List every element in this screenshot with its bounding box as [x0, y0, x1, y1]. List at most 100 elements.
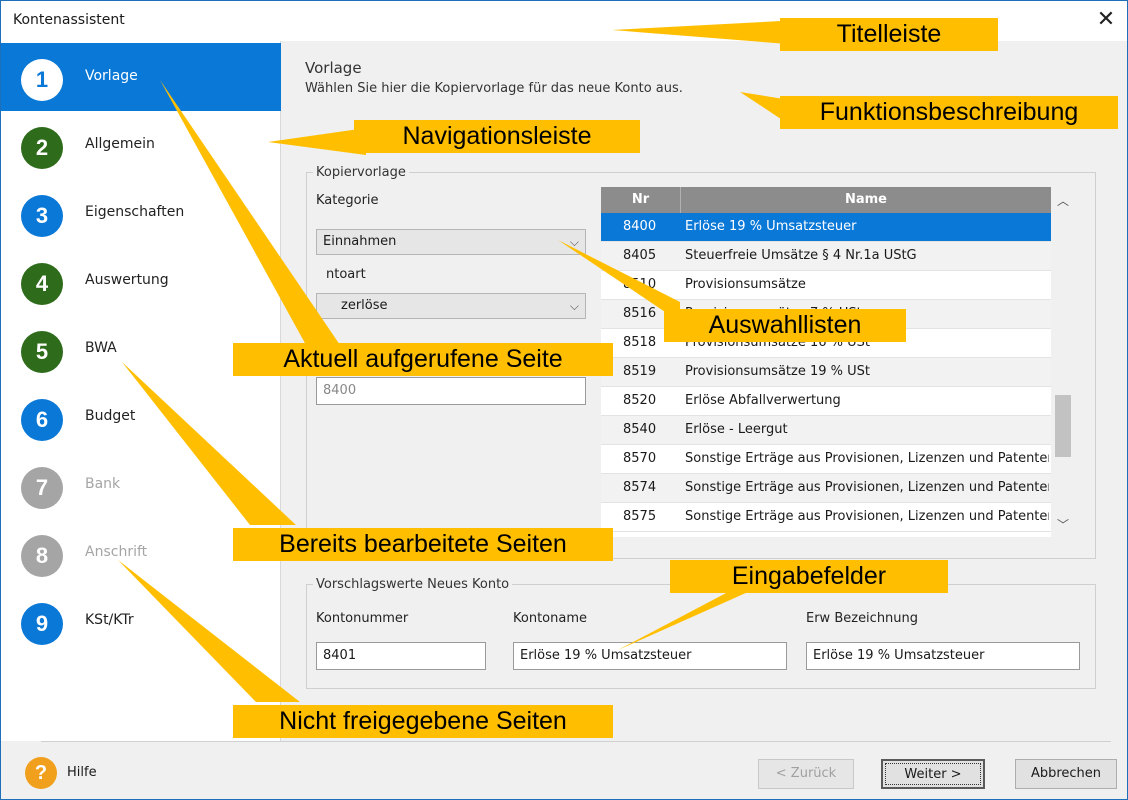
kategorie-select[interactable]: Einnahmen ⌵ — [316, 229, 586, 255]
annotation-navigationsleiste: Navigationsleiste — [354, 120, 640, 153]
column-header-name[interactable]: Name — [681, 187, 1051, 213]
step-number-icon: 3 — [21, 195, 63, 237]
sidebar-item-label: Vorlage — [85, 68, 138, 84]
page-title: Vorlage — [305, 59, 362, 77]
step-number-icon: 7 — [21, 467, 63, 509]
scroll-thumb[interactable] — [1055, 395, 1071, 457]
table-row[interactable]: 8519 Provisionsumsätze 19 % USt — [601, 358, 1051, 387]
cell-name: Sonstige Erträge aus Provisionen, Lizenz… — [685, 509, 1049, 524]
erw-bezeichnung-label: Erw Bezeichnung — [806, 611, 919, 626]
kontonummer-value: 8401 — [323, 648, 357, 663]
help-label[interactable]: Hilfe — [67, 765, 97, 780]
footer-divider — [41, 741, 1111, 742]
step-number-icon: 6 — [21, 399, 63, 441]
cell-nr: 8570 — [623, 451, 657, 466]
cell-nr: 8510 — [623, 277, 657, 292]
cell-nr: 8574 — [623, 480, 657, 495]
scroll-down-icon[interactable]: ﹀ — [1051, 515, 1075, 535]
vorschlag-group: Vorschlagswerte Neues Konto — [306, 577, 1096, 689]
cell-nr: 8575 — [623, 509, 657, 524]
table-row[interactable]: 8574 Sonstige Erträge aus Provisionen, Li… — [601, 474, 1051, 503]
kontoart-select[interactable]: zerlöse ⌵ — [316, 293, 586, 319]
kategorie-value: Einnahmen — [323, 234, 397, 249]
cell-nr: 8540 — [623, 422, 657, 437]
sidebar-item-vorlage[interactable]: 1 Vorlage — [1, 43, 281, 111]
sidebar-item-label: Allgemein — [85, 136, 155, 152]
page-header: Vorlage Wählen Sie hier die Kopiervorlag… — [305, 59, 683, 96]
table-row[interactable]: 8575 Sonstige Erträge aus Provisionen, Li… — [601, 503, 1051, 532]
table-row[interactable]: 8400 Erlöse 19 % Umsatzsteuer — [601, 213, 1051, 242]
sidebar-item-label: Eigenschaften — [85, 204, 185, 220]
sidebar-item-kst-ktr[interactable]: 9 KSt/KTr — [1, 587, 281, 655]
sidebar-item-label: Budget — [85, 408, 136, 424]
chevron-down-icon: ⌵ — [569, 235, 579, 249]
sidebar-item-label: KSt/KTr — [85, 612, 134, 628]
sidebar-item-label: Bank — [85, 476, 121, 492]
cell-name: Provisionsumsätze — [685, 277, 806, 292]
cell-name: Erlöse - Leergut — [685, 422, 788, 437]
table-row[interactable]: 8520 Erlöse Abfallverwertung — [601, 387, 1051, 416]
cell-nr: 8518 — [623, 335, 657, 350]
annotation-nicht: Nicht freigegebene Seiten — [233, 705, 613, 738]
cell-nr: 8400 — [623, 219, 657, 234]
scroll-up-icon[interactable]: ︿ — [1051, 191, 1075, 211]
annotation-aktuell: Aktuell aufgerufene Seite — [233, 343, 613, 376]
cell-name: Sonstige Erträge aus Provisionen, Lizenz… — [685, 480, 1049, 495]
erw-bezeichnung-field[interactable]: Erlöse 19 % Umsatzsteuer — [806, 642, 1080, 670]
step-number-icon: 9 — [21, 603, 63, 645]
table-row[interactable]: 8510 Provisionsumsätze — [601, 271, 1051, 300]
navigation-sidebar: 1 Vorlage 2 Allgemein 3 Eigenschaften 4 Auswert… — [1, 41, 281, 741]
kontonummer-field[interactable]: 8401 — [316, 642, 486, 670]
kontoart-value: zerlöse — [341, 298, 388, 313]
sidebar-item-allgemein[interactable]: 2 Allgemein — [1, 111, 281, 179]
chevron-down-icon: ⌵ — [569, 299, 579, 313]
table-row[interactable]: 8540 Erlöse - Leergut — [601, 416, 1051, 445]
kopiervorlage-legend: Kopiervorlage — [316, 165, 406, 180]
annotation-funktionsbeschreibung: Funktionsbeschreibung — [780, 96, 1118, 129]
table-row[interactable]: 8405 Steuerfreie Umsätze § 4 Nr.1a UStG — [601, 242, 1051, 271]
cell-name: Steuerfreie Umsätze § 4 Nr.1a UStG — [685, 248, 917, 263]
erw-bezeichnung-value: Erlöse 19 % Umsatzsteuer — [813, 648, 985, 663]
cell-name: Erlöse Abfallverwertung — [685, 393, 841, 408]
back-button[interactable]: < Zurück — [758, 759, 854, 789]
cell-nr: 8519 — [623, 364, 657, 379]
sidebar-item-bank: 7 Bank — [1, 451, 281, 519]
cancel-button[interactable]: Abbrechen — [1015, 759, 1117, 789]
cell-name: Erlöse 19 % Umsatzsteuer — [685, 219, 857, 234]
vorschlag-legend: Vorschlagswerte Neues Konto — [316, 577, 510, 592]
table-row[interactable]: 8570 Sonstige Erträge aus Provisionen, Li… — [601, 445, 1051, 474]
sidebar-item-label: Auswertung — [85, 272, 169, 288]
step-number-icon: 1 — [21, 59, 63, 101]
cell-name: Provisionsumsätze 19 % USt — [685, 364, 870, 379]
account-table[interactable]: Nr Name 8400 Erlöse 19 % Umsatzsteuer 8405… — [601, 187, 1075, 537]
kontonummer-filter-field[interactable]: 8400 — [316, 377, 586, 405]
cell-name: Sonstige Erträge aus Provisionen, Lizenz… — [685, 451, 1049, 466]
sidebar-item-label: BWA — [85, 340, 117, 356]
kontoart-label: ntoart — [326, 267, 366, 282]
kontoname-label: Kontoname — [513, 611, 587, 626]
annotation-bereits: Bereits bearbeitete Seiten — [233, 528, 613, 561]
table-scrollbar[interactable]: ︿ ﹀ — [1051, 187, 1075, 537]
help-icon[interactable]: ? — [25, 757, 57, 789]
step-number-icon: 2 — [21, 127, 63, 169]
sidebar-item-eigenschaften[interactable]: 3 Eigenschaften — [1, 179, 281, 247]
kategorie-label: Kategorie — [316, 193, 379, 208]
kontoname-field[interactable]: Erlöse 19 % Umsatzsteuer — [513, 642, 787, 670]
annotation-titelleiste: Titelleiste — [780, 18, 998, 51]
step-number-icon: 8 — [21, 535, 63, 577]
annotation-eingabefelder: Eingabefelder — [670, 560, 948, 593]
page-description: Wählen Sie hier die Kopiervorlage für da… — [305, 81, 683, 96]
step-number-icon: 4 — [21, 263, 63, 305]
close-icon[interactable]: ✕ — [1091, 5, 1121, 35]
sidebar-item-budget[interactable]: 6 Budget — [1, 383, 281, 451]
window-title: Kontenassistent — [13, 12, 125, 28]
cell-nr: 8405 — [623, 248, 657, 263]
kontoname-value: Erlöse 19 % Umsatzsteuer — [520, 648, 692, 663]
sidebar-item-auswertung[interactable]: 4 Auswertung — [1, 247, 281, 315]
annotation-auswahllisten: Auswahllisten — [664, 309, 906, 342]
sidebar-item-label: Anschrift — [85, 544, 148, 560]
cell-nr: 8516 — [623, 306, 657, 321]
next-button[interactable]: Weiter > — [881, 759, 985, 789]
filter-value: 8400 — [323, 383, 357, 398]
column-header-nr[interactable]: Nr — [601, 187, 681, 213]
